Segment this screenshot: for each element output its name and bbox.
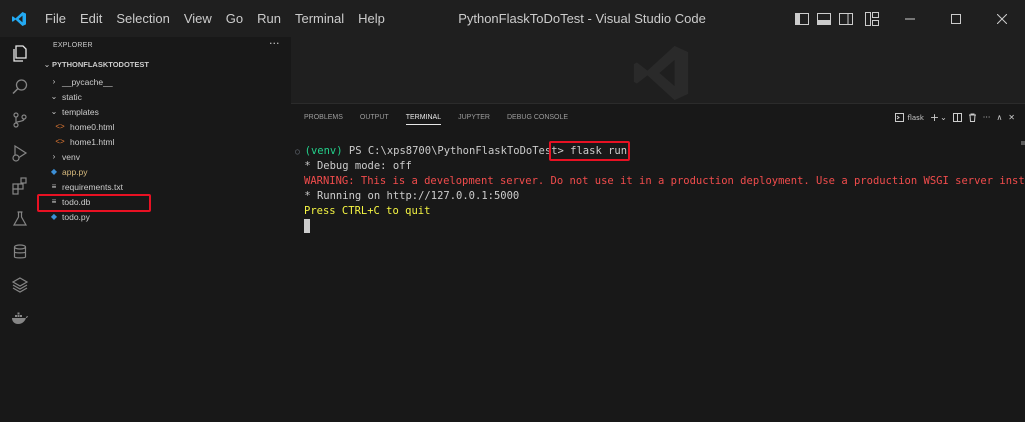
extensions-icon[interactable]: [0, 169, 39, 203]
menu-bar: File Edit Selection View Go Run Terminal…: [38, 0, 392, 37]
menu-go[interactable]: Go: [219, 0, 250, 37]
chevron-right-icon: ›: [52, 77, 56, 86]
explorer-icon[interactable]: [0, 37, 39, 71]
terminal-cursor: [304, 219, 310, 233]
tree-item-label: todo.py: [62, 211, 90, 222]
close-window-icon[interactable]: [979, 0, 1025, 37]
panel-tabs: PROBLEMS OUTPUT TERMINAL JUPYTER DEBUG C…: [304, 114, 585, 125]
search-icon[interactable]: [0, 70, 39, 104]
tree-item-app-py[interactable]: ◆ app.py: [39, 164, 291, 179]
terminal-dropdown-icon[interactable]: ⌄: [940, 113, 947, 122]
chevron-right-icon: ›: [52, 152, 56, 161]
maximize-icon[interactable]: [933, 0, 979, 37]
testing-icon[interactable]: [0, 202, 39, 236]
new-terminal-button[interactable]: +: [930, 111, 939, 124]
database-icon[interactable]: [0, 235, 39, 269]
menu-edit[interactable]: Edit: [73, 0, 109, 37]
venv-indicator: (venv): [304, 145, 343, 157]
tree-item-label: home1.html: [70, 136, 115, 147]
menu-view[interactable]: View: [177, 0, 219, 37]
workspace-root-label: PYTHONFLASKTODOTEST: [52, 60, 149, 69]
source-control-icon[interactable]: [0, 103, 39, 137]
window-title: PythonFlaskToDoTest - Visual Studio Code: [458, 11, 706, 26]
flask-run-highlight: [549, 141, 630, 161]
title-bar: File Edit Selection View Go Run Terminal…: [0, 0, 1025, 37]
menu-file[interactable]: File: [38, 0, 73, 37]
toggle-secondary-sidebar-icon[interactable]: [835, 0, 857, 37]
html-file-icon: <>: [55, 137, 65, 146]
chevron-down-icon: ⌄: [50, 92, 58, 101]
tree-item-venv[interactable]: › venv: [39, 149, 291, 164]
todo-db-highlight: [37, 194, 151, 212]
docker-icon[interactable]: [0, 301, 39, 335]
vscode-watermark-icon: [626, 42, 696, 108]
terminal-line: * Debug mode: off: [298, 160, 412, 172]
workspace-root[interactable]: ⌄ PYTHONFLASKTODOTEST: [39, 57, 291, 72]
command-decoration-icon: ○: [295, 147, 305, 156]
customize-layout-icon[interactable]: [857, 0, 887, 37]
editor-area: [291, 37, 1025, 103]
text-file-icon: ≡: [51, 182, 57, 191]
terminal-output[interactable]: ○ (venv) PS C:\xps8700\PythonFlaskToDoTe…: [295, 144, 1025, 234]
terminal-quit-line: Press CTRL+C to quit: [304, 205, 431, 217]
run-debug-icon[interactable]: [0, 136, 39, 170]
chevron-down-icon: ⌄: [50, 107, 58, 116]
tree-item-label: templates: [62, 106, 99, 117]
trash-icon[interactable]: [968, 113, 977, 122]
tree-item-label: __pycache__: [62, 76, 113, 87]
tab-debug-console[interactable]: DEBUG CONSOLE: [507, 114, 568, 125]
prompt-path: PS C:\xps8700\PythonFlaskToDoTest>: [342, 145, 571, 157]
tab-output[interactable]: OUTPUT: [360, 114, 389, 125]
terminal-warning-line: WARNING: This is a development server. D…: [304, 175, 1025, 187]
maximize-panel-icon[interactable]: ∧: [996, 113, 1002, 122]
tab-jupyter[interactable]: JUPYTER: [458, 114, 490, 125]
more-actions-button[interactable]: ···: [269, 37, 280, 50]
tree-item-home1[interactable]: <> home1.html: [39, 134, 291, 149]
menu-help[interactable]: Help: [351, 0, 392, 37]
menu-run[interactable]: Run: [250, 0, 288, 37]
tree-item-pycache[interactable]: › __pycache__: [39, 74, 291, 89]
toggle-panel-icon[interactable]: [813, 0, 835, 37]
terminal-line: * Running on http://127.0.0.1:5000: [298, 190, 520, 202]
python-file-icon: ◆: [50, 212, 58, 221]
minimize-icon[interactable]: [887, 0, 933, 37]
panel-actions: flask + ⌄ ··· ∧ ✕: [889, 111, 1015, 124]
bottom-panel: PROBLEMS OUTPUT TERMINAL JUPYTER DEBUG C…: [291, 103, 1025, 422]
tree-item-requirements[interactable]: ≡ requirements.txt: [39, 179, 291, 194]
menu-selection[interactable]: Selection: [109, 0, 176, 37]
vscode-logo-icon: [0, 0, 38, 37]
explorer-sidebar: EXPLORER ··· ⌄ PYTHONFLASKTODOTEST › __p…: [39, 37, 291, 422]
tree-item-label: requirements.txt: [62, 181, 123, 192]
tab-problems[interactable]: PROBLEMS: [304, 114, 343, 125]
menu-terminal[interactable]: Terminal: [288, 0, 351, 37]
tree-item-label: app.py: [62, 166, 88, 177]
terminal-name[interactable]: flask: [907, 114, 923, 122]
tree-item-static[interactable]: ⌄ static: [39, 89, 291, 104]
close-panel-icon[interactable]: ✕: [1008, 113, 1015, 122]
tree-item-label: static: [62, 91, 82, 102]
panel-more-button[interactable]: ···: [983, 113, 991, 122]
layers-icon[interactable]: [0, 268, 39, 302]
chevron-down-icon: ⌄: [43, 60, 51, 69]
toggle-primary-sidebar-icon[interactable]: [791, 0, 813, 37]
tree-item-templates[interactable]: ⌄ templates: [39, 104, 291, 119]
split-terminal-icon[interactable]: [952, 113, 962, 122]
explorer-header: EXPLORER: [53, 42, 93, 49]
activity-bar: [0, 37, 39, 422]
tab-terminal[interactable]: TERMINAL: [405, 114, 442, 125]
terminal-cursor-line: [295, 219, 1025, 234]
terminal-prompt-line: ○ (venv) PS C:\xps8700\PythonFlaskToDoTe…: [295, 144, 1025, 159]
tree-item-home0[interactable]: <> home0.html: [39, 119, 291, 134]
terminal-icon: [895, 113, 905, 122]
tree-item-label: venv: [62, 151, 80, 162]
html-file-icon: <>: [55, 122, 65, 131]
scrollbar-marker: [1021, 141, 1025, 145]
tree-item-label: home0.html: [70, 121, 115, 132]
python-file-icon: ◆: [50, 167, 58, 176]
